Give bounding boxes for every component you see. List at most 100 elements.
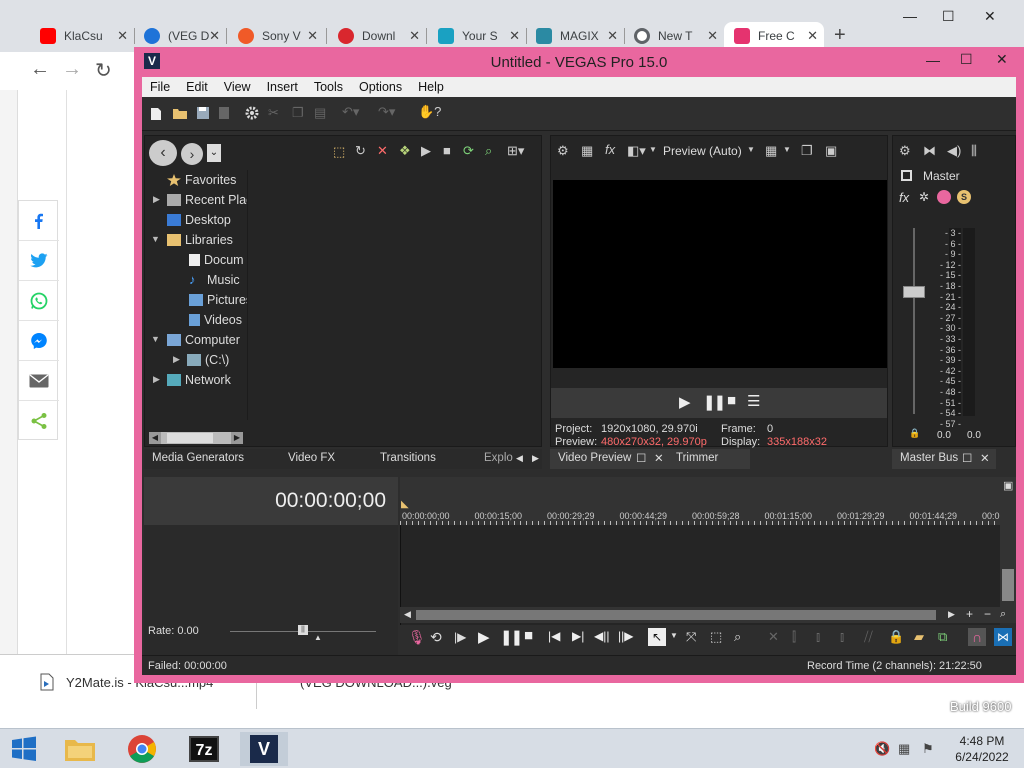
- tab-explorer[interactable]: Explo: [484, 452, 513, 464]
- preview-quality-select[interactable]: Preview (Auto): [663, 144, 742, 158]
- rate-slider-handle[interactable]: ||: [298, 625, 308, 635]
- email-share-button[interactable]: [19, 361, 59, 401]
- vegas-minimize-button[interactable]: —: [926, 52, 940, 68]
- timeline-ruler[interactable]: ◣ 00:00:00;00 00:00:15;00 00:00:29;29 00:00…: [400, 477, 1005, 525]
- more-share-button[interactable]: [19, 401, 59, 441]
- explorer-back-button[interactable]: ‹: [149, 140, 177, 166]
- paste-icon[interactable]: ▤: [314, 105, 326, 121]
- stop-icon[interactable]: ■: [524, 627, 533, 644]
- zoom-edit-tool-icon[interactable]: ⌕: [734, 629, 741, 645]
- explorer-forward-button[interactable]: ›: [181, 143, 203, 165]
- tree-item-music[interactable]: ♪ Music: [189, 270, 247, 290]
- go-to-end-icon[interactable]: ▶|: [572, 629, 584, 643]
- mixer-downmix-icon[interactable]: ⧓: [923, 143, 936, 159]
- vegas-close-button[interactable]: ✕: [996, 51, 1008, 68]
- preview-pause-icon[interactable]: ❚❚: [703, 393, 726, 411]
- close-tab-icon[interactable]: ✕: [607, 28, 618, 44]
- explorer-dropdown-button[interactable]: ⌄: [207, 144, 221, 162]
- render-icon[interactable]: [218, 106, 232, 120]
- normal-edit-tool-icon[interactable]: ↖: [648, 628, 666, 646]
- expand-icon[interactable]: ▶: [153, 194, 160, 205]
- selection-tool-icon[interactable]: ⬚: [710, 629, 722, 645]
- timeline-horizontal-scrollbar[interactable]: ◀ ▶ + − ⌕: [400, 607, 1016, 623]
- master-bus-tab[interactable]: Master Bus ☐ ✕: [892, 449, 996, 469]
- master-mute-icon[interactable]: [937, 190, 951, 204]
- play-icon[interactable]: ▶: [478, 628, 490, 646]
- envelope-tool-icon[interactable]: ⤧: [686, 629, 696, 645]
- close-tab-icon[interactable]: ✕: [807, 28, 818, 44]
- taskbar-file-explorer[interactable]: [56, 732, 104, 766]
- master-settings-icon[interactable]: ✲: [919, 190, 929, 204]
- redo-icon[interactable]: ↷▾: [378, 104, 395, 120]
- close-tab-icon[interactable]: ✕: [307, 28, 318, 44]
- overlays-dropdown-arrow[interactable]: ▼: [783, 145, 791, 154]
- explorer-stop-icon[interactable]: ■: [443, 143, 451, 158]
- whatsapp-share-button[interactable]: [19, 281, 59, 321]
- master-solo-icon[interactable]: S: [957, 190, 971, 204]
- timeline-menu-icon[interactable]: ▣: [1003, 479, 1013, 492]
- messenger-share-button[interactable]: [19, 321, 59, 361]
- tab-media-generators[interactable]: Media Generators: [152, 452, 244, 464]
- preview-quality-dropdown-arrow[interactable]: ▼: [649, 145, 657, 154]
- reload-button[interactable]: ↻: [95, 58, 112, 83]
- speaker-icon[interactable]: ◀): [947, 143, 961, 159]
- tab-new[interactable]: New T ✕: [624, 22, 724, 50]
- vegas-maximize-button[interactable]: ☐: [960, 51, 973, 68]
- save-icon[interactable]: [196, 106, 210, 120]
- delete-icon[interactable]: ✕: [377, 143, 388, 159]
- tree-item-desktop[interactable]: Desktop: [167, 210, 247, 230]
- preview-properties-gear-icon[interactable]: ⚙: [557, 143, 569, 159]
- mixer-properties-gear-icon[interactable]: ⚙: [899, 143, 911, 159]
- close-panel-icon[interactable]: ✕: [980, 451, 990, 465]
- trim-icon[interactable]: ⫿: [792, 629, 796, 645]
- tab-scroll-left-icon[interactable]: ◀: [516, 453, 523, 464]
- copy-snapshot-icon[interactable]: ❐: [801, 143, 813, 159]
- close-tab-icon[interactable]: ✕: [707, 28, 718, 44]
- insert-region-icon[interactable]: ⧉: [938, 629, 947, 645]
- zoom-tool-icon[interactable]: ⌕: [1000, 608, 1006, 621]
- tree-item-c-drive[interactable]: (C:\): [187, 350, 247, 370]
- insert-marker-icon[interactable]: ▰: [914, 629, 924, 645]
- tree-item-recent-places[interactable]: Recent Plac: [167, 190, 247, 210]
- facebook-share-button[interactable]: [19, 201, 59, 241]
- master-fader-handle[interactable]: [903, 286, 925, 298]
- taskbar-chrome[interactable]: [118, 732, 166, 766]
- lock-icon[interactable]: 🔒: [909, 428, 920, 439]
- forward-button[interactable]: →: [62, 58, 82, 81]
- menu-view[interactable]: View: [216, 80, 259, 94]
- record-mic-icon[interactable]: 🎙: [408, 629, 426, 646]
- previous-frame-icon[interactable]: ◀||: [594, 629, 609, 643]
- external-monitor-icon[interactable]: ▦: [581, 143, 593, 159]
- menu-file[interactable]: File: [142, 80, 178, 94]
- close-tab-icon[interactable]: ✕: [209, 28, 220, 44]
- playhead-marker-icon[interactable]: ◣: [401, 499, 409, 510]
- undo-icon[interactable]: ↶▾: [342, 104, 359, 120]
- collapse-icon[interactable]: ▼: [151, 334, 160, 344]
- tab-veg[interactable]: (VEG D ✕: [134, 22, 226, 50]
- close-window-button[interactable]: ✕: [984, 8, 996, 25]
- search-icon[interactable]: ⌕: [485, 143, 492, 159]
- scroll-left-icon[interactable]: ◀: [404, 609, 411, 620]
- explorer-play-icon[interactable]: ▶: [421, 143, 431, 159]
- tab-klacsu[interactable]: KlaCsu ✕: [30, 22, 134, 50]
- overlays-grid-icon[interactable]: ▦: [765, 143, 777, 159]
- video-preview-tab[interactable]: Video Preview ☐ ✕: [550, 449, 750, 469]
- menu-edit[interactable]: Edit: [178, 80, 216, 94]
- auto-preview-icon[interactable]: ⟳: [463, 143, 474, 159]
- collapse-icon[interactable]: ▼: [151, 234, 160, 244]
- back-button[interactable]: ←: [30, 58, 50, 81]
- start-button[interactable]: [0, 732, 48, 766]
- zoom-out-icon[interactable]: −: [984, 607, 991, 621]
- refresh-icon[interactable]: ↻: [355, 143, 366, 159]
- up-folder-icon[interactable]: ⬚: [333, 144, 345, 160]
- tab-sony[interactable]: Sony V ✕: [228, 22, 324, 50]
- scroll-right-icon[interactable]: ▶: [948, 609, 955, 620]
- new-project-icon[interactable]: [150, 107, 162, 121]
- volume-muted-icon[interactable]: 🔇: [874, 741, 890, 757]
- trim-start-icon[interactable]: ⫾: [816, 629, 820, 645]
- new-tab-button[interactable]: +: [834, 24, 846, 47]
- twitter-share-button[interactable]: [19, 241, 59, 281]
- next-frame-icon[interactable]: ||▶: [618, 629, 633, 643]
- undock-icon[interactable]: ☐: [636, 451, 646, 465]
- preview-quality-dropdown-arrow-2[interactable]: ▼: [747, 145, 755, 154]
